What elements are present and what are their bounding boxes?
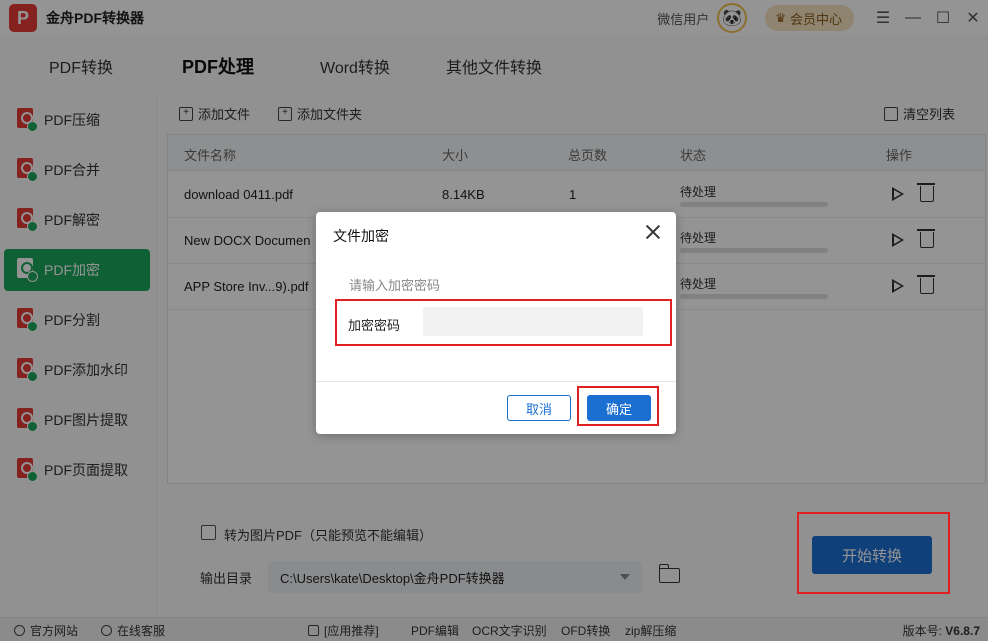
- encrypt-dialog: 文件加密 请输入加密密码 加密密码 取消 确定: [316, 212, 676, 434]
- close-icon[interactable]: [644, 223, 662, 241]
- cancel-button[interactable]: 取消: [507, 395, 571, 421]
- highlight-box-password: [335, 299, 672, 346]
- highlight-box-confirm: [577, 386, 659, 426]
- password-hint: 请输入加密密码: [349, 278, 441, 293]
- highlight-box-start-button: [797, 512, 950, 594]
- dialog-title: 文件加密: [333, 228, 389, 244]
- cancel-label: 取消: [525, 401, 552, 417]
- dialog-divider: [316, 381, 676, 382]
